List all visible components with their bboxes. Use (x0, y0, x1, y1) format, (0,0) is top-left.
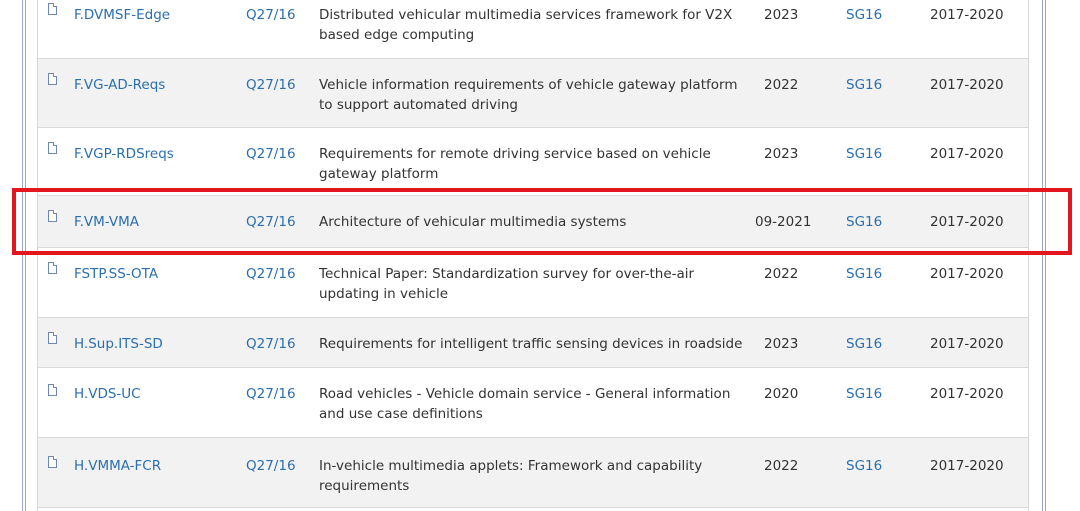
study-group-link[interactable]: SG16 (846, 334, 906, 354)
work-item-link[interactable]: FSTP.SS-OTA (74, 264, 224, 284)
question-link[interactable]: Q27/16 (246, 144, 306, 164)
question-link[interactable]: Q27/16 (246, 456, 306, 476)
table-row: H.VDS-UC Q27/16 Road vehicles - Vehicle … (38, 368, 1028, 438)
question-link[interactable]: Q27/16 (246, 75, 306, 95)
table-row: F.DVMSF-Edge Q27/16 Distributed vehicula… (38, 0, 1028, 59)
work-item-date: 2022 (764, 77, 799, 93)
table-row: F.VM-VMA Q27/16 Architecture of vehicula… (38, 196, 1028, 248)
work-item-link[interactable]: H.VMMA-FCR (74, 456, 224, 476)
page-frame: F.DVMSF-Edge Q27/16 Distributed vehicula… (0, 0, 1080, 511)
study-group-link[interactable]: SG16 (846, 264, 906, 284)
work-item-link[interactable]: F.VM-VMA (74, 212, 224, 232)
study-group-link[interactable]: SG16 (846, 384, 906, 404)
study-group-link[interactable]: SG16 (846, 212, 906, 232)
work-item-title: Road vehicles - Vehicle domain service -… (319, 386, 731, 422)
work-item-title: Vehicle information requirements of vehi… (319, 77, 738, 113)
question-link[interactable]: Q27/16 (246, 5, 306, 25)
study-period: 2017-2020 (930, 266, 1004, 282)
question-link[interactable]: Q27/16 (246, 212, 306, 232)
table-row: F.VGP-RDSreqs Q27/16 Requirements for re… (38, 128, 1028, 196)
study-group-link[interactable]: SG16 (846, 144, 906, 164)
work-item-date: 09-2021 (755, 214, 812, 230)
work-item-date: 2023 (764, 146, 799, 162)
question-link[interactable]: Q27/16 (246, 384, 306, 404)
study-period: 2017-2020 (930, 336, 1004, 352)
document-icon (48, 142, 57, 154)
question-link[interactable]: Q27/16 (246, 264, 306, 284)
work-item-title: In-vehicle multimedia applets: Framework… (319, 458, 703, 494)
work-item-date: 2022 (764, 458, 799, 474)
study-period: 2017-2020 (930, 146, 1004, 162)
study-period: 2017-2020 (930, 386, 1004, 402)
work-item-link[interactable]: F.DVMSF-Edge (74, 5, 224, 25)
study-period: 2017-2020 (930, 7, 1004, 23)
page-border-left-inner (25, 0, 26, 511)
work-item-date: 2023 (764, 336, 799, 352)
work-item-link[interactable]: F.VG-AD-Reqs (74, 75, 224, 95)
work-item-title: Requirements for remote driving service … (319, 146, 711, 182)
work-item-link[interactable]: H.Sup.ITS-SD (74, 334, 224, 354)
work-item-link[interactable]: H.VDS-UC (74, 384, 224, 404)
work-item-title: Requirements for intelligent traffic sen… (319, 336, 743, 352)
page-border-right-inner (1042, 0, 1043, 511)
study-period: 2017-2020 (930, 214, 1004, 230)
work-item-date: 2020 (764, 386, 799, 402)
work-item-title: Technical Paper: Standardization survey … (319, 266, 695, 302)
study-group-link[interactable]: SG16 (846, 5, 906, 25)
work-item-date: 2022 (764, 266, 799, 282)
document-icon (48, 210, 57, 222)
document-icon (48, 332, 57, 344)
table-row: F.VG-AD-Reqs Q27/16 Vehicle information … (38, 59, 1028, 128)
study-period: 2017-2020 (930, 458, 1004, 474)
document-icon (48, 262, 57, 274)
work-items-table: F.DVMSF-Edge Q27/16 Distributed vehicula… (37, 0, 1029, 511)
study-group-link[interactable]: SG16 (846, 456, 906, 476)
question-link[interactable]: Q27/16 (246, 334, 306, 354)
page-border-left (22, 0, 23, 511)
work-item-title: Distributed vehicular multimedia service… (319, 7, 733, 43)
document-icon (48, 384, 57, 396)
table-row: FSTP.SS-OTA Q27/16 Technical Paper: Stan… (38, 248, 1028, 318)
work-item-title: Architecture of vehicular multimedia sys… (319, 214, 627, 230)
work-item-link[interactable]: F.VGP-RDSreqs (74, 144, 224, 164)
table-row: H.Sup.ITS-SD Q27/16 Requirements for int… (38, 318, 1028, 368)
study-period: 2017-2020 (930, 77, 1004, 93)
document-icon (48, 3, 57, 15)
work-item-date: 2023 (764, 7, 799, 23)
study-group-link[interactable]: SG16 (846, 75, 906, 95)
document-icon (48, 73, 57, 85)
document-icon (48, 456, 57, 468)
table-row: H.VMMA-FCR Q27/16 In-vehicle multimedia … (38, 438, 1028, 508)
page-border-right (1045, 0, 1046, 511)
